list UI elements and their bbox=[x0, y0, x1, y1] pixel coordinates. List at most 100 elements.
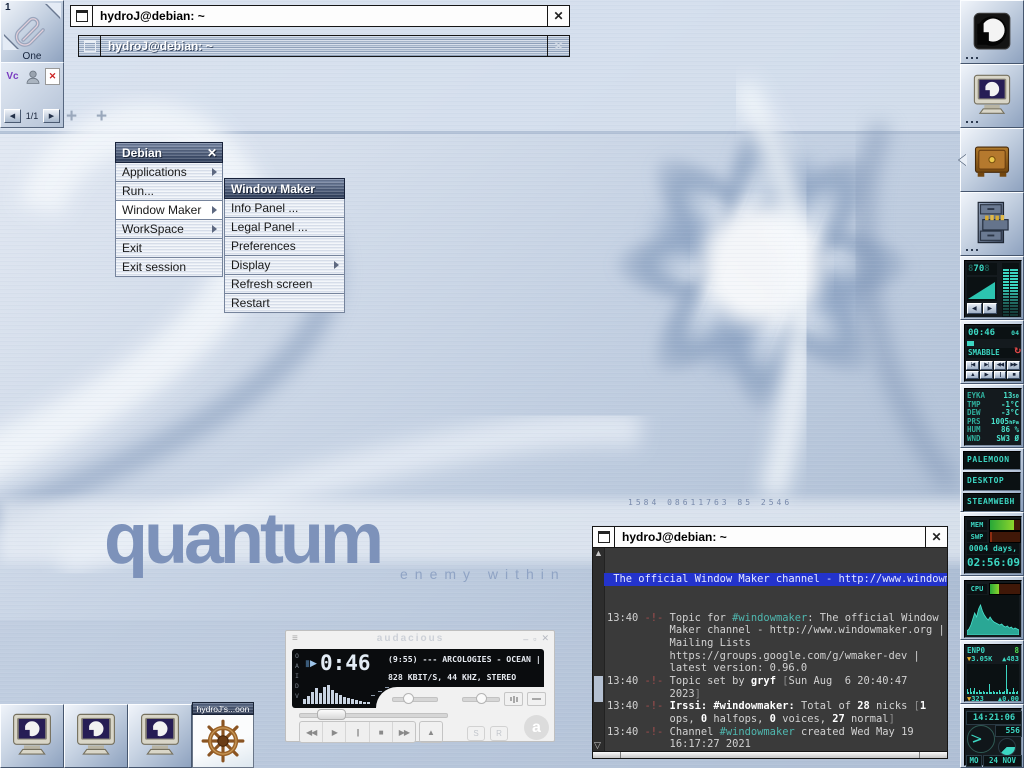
stop-button[interactable]: ■ bbox=[370, 722, 393, 742]
miniwindow-icon[interactable] bbox=[192, 715, 254, 768]
miniaturize-button[interactable] bbox=[593, 527, 615, 547]
menu-item-applications[interactable]: Applications bbox=[115, 163, 223, 182]
irc-message-line: latest version: 0.96.0 bbox=[607, 662, 947, 675]
player-clutterbar[interactable]: OAIDV bbox=[295, 652, 299, 700]
cpu-dockapp: CPU bbox=[964, 580, 1022, 638]
spectrum-analyzer[interactable] bbox=[303, 682, 375, 704]
irc-window-titlebar[interactable]: hydroJ@debian: ~ ✕ bbox=[592, 526, 948, 548]
balance-knob[interactable] bbox=[476, 693, 487, 704]
window-resizebar[interactable] bbox=[592, 751, 948, 759]
menu-item-info-panel-[interactable]: Info Panel ... bbox=[224, 199, 345, 218]
close-button[interactable]: ✕ bbox=[925, 527, 947, 547]
music-button-1[interactable]: ▶| bbox=[980, 361, 993, 370]
terminal-window-1-titlebar[interactable]: hydroJ@debian: ~ ✕ bbox=[70, 5, 570, 27]
vu-segment bbox=[1010, 275, 1018, 277]
dock-tile-terminal[interactable] bbox=[960, 64, 1024, 128]
workspace-clip[interactable]: 1 One bbox=[0, 0, 64, 64]
dock-tile-mixer[interactable]: 8708 ◀ ▶ bbox=[960, 256, 1024, 320]
menu-item-window-maker[interactable]: Window Maker bbox=[115, 201, 223, 220]
appicon-terminal-3[interactable] bbox=[128, 704, 192, 768]
irc-terminal-content[interactable]: ▲ ▽ The official Window Maker channel - … bbox=[592, 548, 948, 752]
music-button-6[interactable]: || bbox=[994, 371, 1007, 380]
music-button-2[interactable]: ◀◀ bbox=[994, 361, 1007, 370]
playback-time[interactable]: 0:46 bbox=[320, 651, 371, 675]
pause-button[interactable]: || bbox=[346, 722, 369, 742]
player-minimize-icon[interactable]: – bbox=[523, 634, 528, 644]
volume-slider[interactable] bbox=[392, 697, 438, 702]
volume-knob[interactable] bbox=[403, 693, 414, 704]
user-tray-icon[interactable] bbox=[24, 68, 41, 85]
music-button-4[interactable]: ▲ bbox=[966, 371, 979, 380]
dock-tile-wmaker[interactable] bbox=[960, 0, 1024, 64]
document-close-tray-icon[interactable]: ✕ bbox=[44, 68, 61, 85]
volume-ramp[interactable] bbox=[967, 277, 997, 301]
music-button-7[interactable]: ■ bbox=[1007, 371, 1020, 380]
music-button-5[interactable]: ▶ bbox=[980, 371, 993, 380]
player-shade-icon[interactable]: ▫ bbox=[533, 634, 536, 644]
menu-item-label: Display bbox=[231, 258, 270, 272]
terminal-window-2-titlebar[interactable]: hydroJ@debian: ~ ✕ bbox=[78, 35, 570, 57]
mixer-prev-button[interactable]: ◀ bbox=[967, 303, 982, 314]
dock-tile-weather[interactable]: EYKA1350TMP-1°CDEW-3°CPRS1005hPaHUM86 %W… bbox=[960, 384, 1024, 448]
playlist-button[interactable] bbox=[527, 692, 546, 706]
dock-tile-music[interactable]: 00:4604 SMABBLE↻ |◀▶|◀◀▶▶▲▶||■ bbox=[960, 320, 1024, 384]
dock-tile-clock[interactable]: 14:21:06 556 MO 24 NOV bbox=[960, 704, 1024, 768]
clutterbar-letter: D bbox=[295, 682, 299, 690]
menu-item-preferences[interactable]: Preferences bbox=[224, 237, 345, 256]
vc-tray-icon[interactable]: Vc bbox=[4, 68, 21, 85]
mixer-next-button[interactable]: ▶ bbox=[983, 303, 998, 314]
track-title-marquee[interactable]: (9:55) --- ARCOLOGIES - OCEAN | bbox=[388, 654, 542, 664]
menu-item-restart[interactable]: Restart bbox=[224, 294, 345, 313]
tray-next-button[interactable]: ▶ bbox=[43, 109, 60, 123]
music-button-3[interactable]: ▶▶ bbox=[1007, 361, 1020, 370]
scrollbar-thumb[interactable] bbox=[594, 676, 603, 702]
player-close-icon[interactable]: ✕ bbox=[541, 633, 549, 644]
close-icon: ✕ bbox=[553, 10, 563, 22]
player-titlebar[interactable]: ≡ audacious – ▫ ✕ bbox=[286, 631, 554, 646]
menu-item-display[interactable]: Display bbox=[224, 256, 345, 275]
launcher-button-desktop[interactable]: DESKTOP bbox=[963, 472, 1021, 491]
dock-tile-cpu[interactable]: CPU bbox=[960, 576, 1024, 640]
launcher-button-steamwebh[interactable]: STEAMWEBH bbox=[963, 493, 1021, 512]
scroll-up-icon[interactable]: ▲ bbox=[594, 548, 603, 558]
close-icon[interactable]: ✕ bbox=[207, 146, 217, 160]
menu-item-exit[interactable]: Exit bbox=[115, 239, 223, 258]
appicon-terminal-2[interactable] bbox=[64, 704, 128, 768]
dock-tile-filecabinet[interactable] bbox=[960, 192, 1024, 256]
analyzer-bar bbox=[343, 697, 346, 704]
appicon-terminal-1[interactable] bbox=[0, 704, 64, 768]
menu-item-exit-session[interactable]: Exit session bbox=[115, 258, 223, 277]
shuffle-button[interactable]: S bbox=[467, 726, 485, 741]
root-menu-titlebar[interactable]: Debian ✕ bbox=[115, 142, 223, 163]
equalizer-button[interactable] bbox=[504, 692, 523, 706]
repeat-button[interactable]: R bbox=[490, 726, 508, 741]
eject-button[interactable]: ▲ bbox=[419, 721, 443, 743]
notification-tray: Vc ✕ ◀ 1/1 ▶ bbox=[0, 62, 64, 128]
previous-button[interactable]: ◀◀ bbox=[300, 722, 323, 742]
window-title: hydroJ@debian: ~ bbox=[101, 36, 547, 56]
submenu-titlebar[interactable]: Window Maker bbox=[224, 178, 345, 199]
miniaturize-button[interactable] bbox=[71, 6, 93, 26]
irc-text: The official Window Maker channel - http… bbox=[607, 548, 947, 752]
dock-tile-network[interactable]: ENP08 ▼3.05K ▲483 ▼323 ▲0.00 bbox=[960, 640, 1024, 704]
menu-item-workspace[interactable]: WorkSpace bbox=[115, 220, 223, 239]
vu-segment bbox=[1010, 299, 1018, 301]
next-button[interactable]: ▶▶ bbox=[393, 722, 415, 742]
vu-segment bbox=[1010, 290, 1018, 292]
seek-knob[interactable] bbox=[317, 709, 346, 720]
miniaturize-button[interactable] bbox=[79, 36, 101, 56]
dock-tile-memory[interactable]: MEM SWP 0004 days, 02:56:09 bbox=[960, 512, 1024, 576]
close-button[interactable]: ✕ bbox=[547, 36, 569, 56]
launcher-button-palemoon[interactable]: PALEMOON bbox=[963, 451, 1021, 470]
menu-item-legal-panel-[interactable]: Legal Panel ... bbox=[224, 218, 345, 237]
menu-item-refresh-screen[interactable]: Refresh screen bbox=[224, 275, 345, 294]
music-button-0[interactable]: |◀ bbox=[966, 361, 979, 370]
drawer-arrow-icon[interactable] bbox=[959, 154, 967, 166]
dock-tile-drawer[interactable] bbox=[960, 128, 1024, 192]
menu-item-run-[interactable]: Run... bbox=[115, 182, 223, 201]
play-button[interactable]: ▶ bbox=[323, 722, 346, 742]
tray-prev-button[interactable]: ◀ bbox=[4, 109, 21, 123]
scroll-down-icon[interactable]: ▽ bbox=[594, 740, 601, 751]
terminal-monitor-icon bbox=[970, 73, 1014, 117]
close-button[interactable]: ✕ bbox=[547, 6, 569, 26]
